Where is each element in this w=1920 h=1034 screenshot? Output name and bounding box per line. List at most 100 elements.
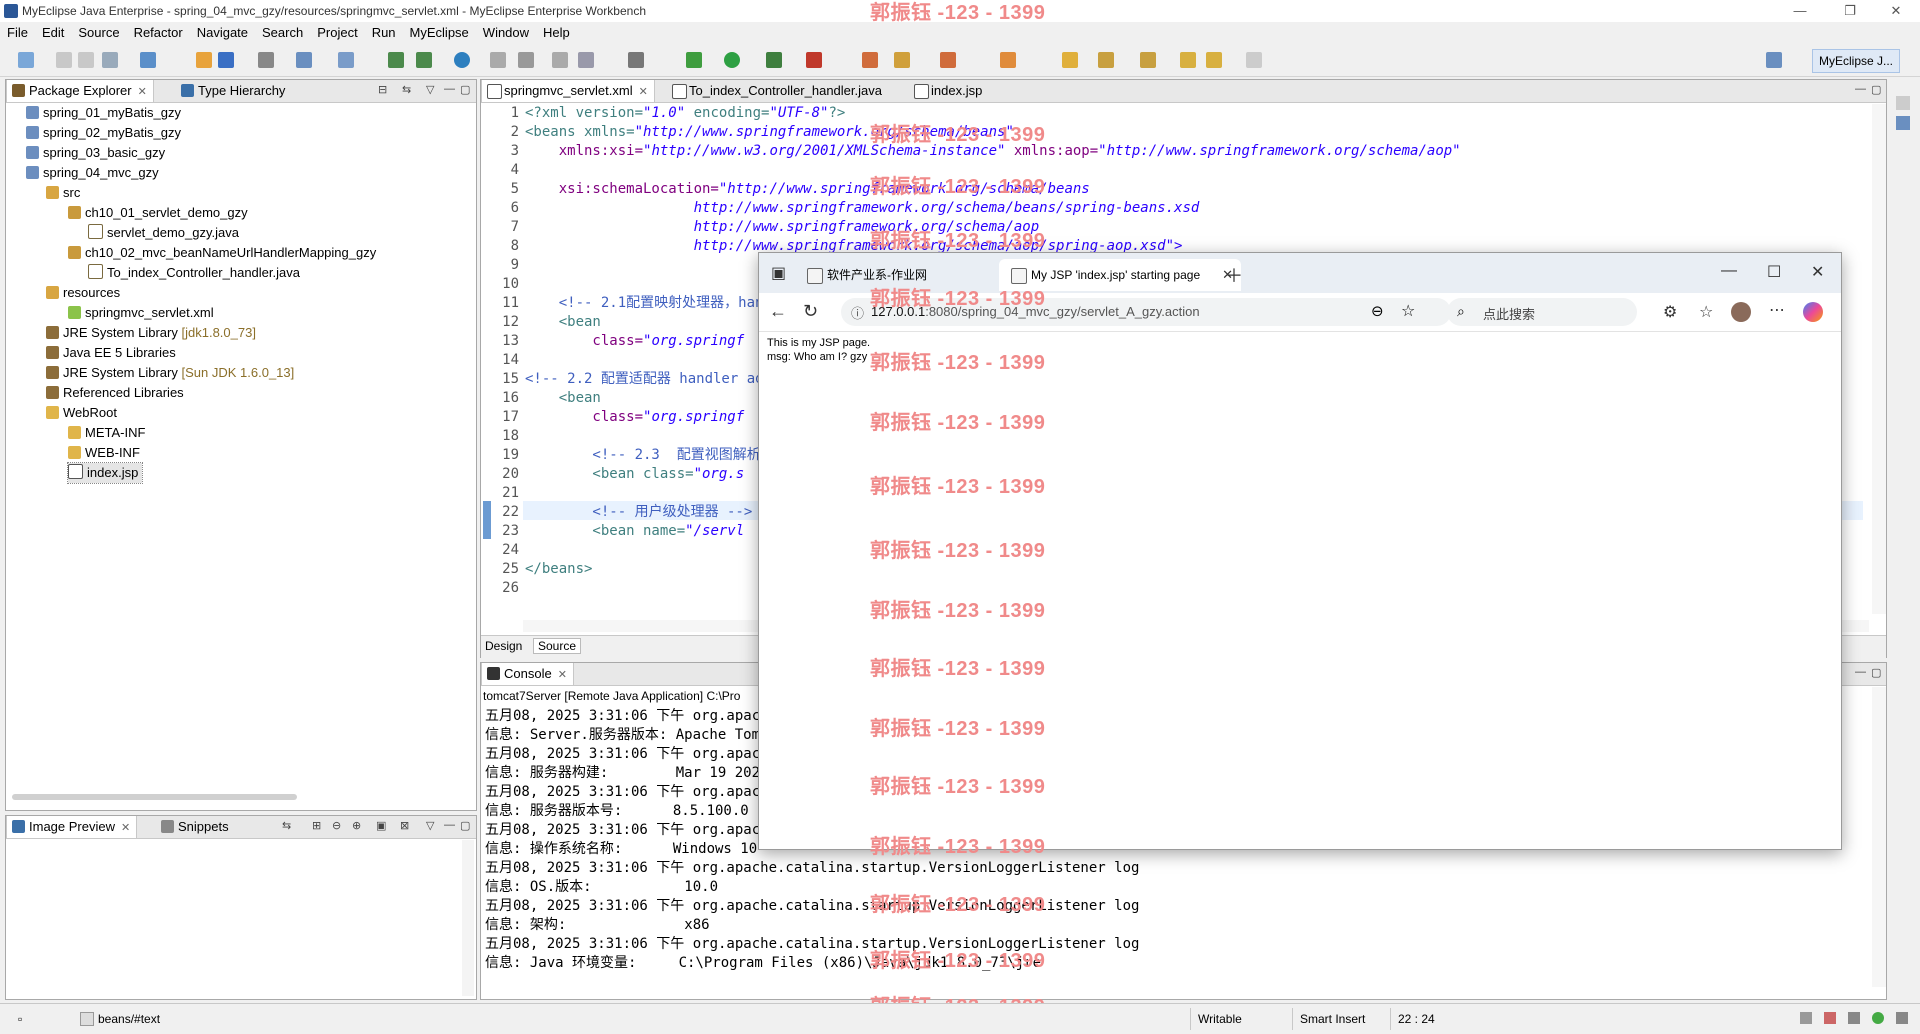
tree-item-jre-library-2[interactable]: JRE System Library [Sun JDK 1.6.0_13] <box>46 363 294 383</box>
view-menu-icon[interactable]: ▽ <box>426 83 434 96</box>
tree-item-javaee-libraries[interactable]: Java EE 5 Libraries <box>46 343 176 363</box>
tab-index-jsp[interactable]: index.jsp <box>909 80 988 102</box>
maximize-panel-icon[interactable]: ▢ <box>1871 83 1881 96</box>
tree-item-src[interactable]: src <box>46 183 80 203</box>
minimize-panel-icon[interactable]: — <box>1855 666 1866 678</box>
tab-source[interactable]: Source <box>533 638 582 654</box>
zoom-icon[interactable]: ⊖ <box>1371 302 1384 320</box>
menu-file[interactable]: File <box>0 22 35 44</box>
new-icon[interactable] <box>18 52 34 68</box>
close-icon[interactable]: ✕ <box>1811 262 1824 282</box>
close-icon[interactable]: ✕ <box>1876 2 1916 20</box>
tree-item-spring-01[interactable]: spring_01_myBatis_gzy <box>26 103 181 123</box>
camera-icon[interactable] <box>628 52 644 68</box>
tree-item-webroot[interactable]: WebRoot <box>46 403 117 423</box>
save-all-icon[interactable] <box>78 52 94 68</box>
image-icon[interactable] <box>552 52 568 68</box>
print-preview-icon[interactable] <box>518 52 534 68</box>
perspective-myeclipse[interactable]: MyEclipse J... <box>1811 49 1900 73</box>
menu-edit[interactable]: Edit <box>35 22 71 44</box>
tree-item-springmvc-xml[interactable]: springmvc_servlet.xml <box>68 303 214 323</box>
maximize-icon[interactable]: ☐ <box>1767 262 1781 282</box>
annotation-icon[interactable] <box>1062 52 1078 68</box>
horizontal-scrollbar[interactable] <box>12 794 297 800</box>
web-icon[interactable] <box>578 52 594 68</box>
tray-icon[interactable] <box>1800 1012 1812 1024</box>
minimize-icon[interactable]: — <box>1721 262 1737 280</box>
tab-controller-java[interactable]: To_index_Controller_handler.java <box>667 80 888 102</box>
new-project-icon[interactable] <box>140 52 156 68</box>
tab-actions-icon[interactable]: ▣ <box>771 263 786 283</box>
tree-item-jre-library-1[interactable]: JRE System Library [jdk1.8.0_73] <box>46 323 256 343</box>
maximize-panel-icon[interactable]: ▢ <box>460 819 470 832</box>
save-icon[interactable] <box>56 52 72 68</box>
vertical-scrollbar[interactable] <box>462 840 474 996</box>
print-icon[interactable] <box>102 52 118 68</box>
fit-icon[interactable]: ⊠ <box>400 819 409 832</box>
refresh-icon[interactable] <box>416 52 432 68</box>
refresh-icon[interactable]: ↻ <box>803 301 818 322</box>
close-tab-icon[interactable]: ✕ <box>558 669 567 681</box>
zoom-in-icon[interactable]: ⊕ <box>352 819 361 832</box>
tree-item-controller-java[interactable]: To_index_Controller_handler.java <box>88 263 300 283</box>
zoom-fit-icon[interactable]: ⊞ <box>312 819 321 832</box>
new-class-icon[interactable] <box>862 52 878 68</box>
menu-help[interactable]: Help <box>536 22 577 44</box>
vertical-scrollbar[interactable] <box>1872 687 1886 987</box>
open-resource-icon[interactable] <box>940 52 956 68</box>
tree-item-spring-02[interactable]: spring_02_myBatis_gzy <box>26 123 181 143</box>
browser-tab-index-jsp[interactable]: My JSP 'index.jsp' starting page ✕ <box>999 259 1241 291</box>
new-package-icon[interactable] <box>894 52 910 68</box>
deploy-icon[interactable] <box>196 52 212 68</box>
minimize-panel-icon[interactable]: — <box>1855 83 1866 95</box>
run-icon[interactable] <box>724 52 740 68</box>
coverage-icon[interactable] <box>766 52 782 68</box>
tab-console[interactable]: Console ✕ <box>481 663 574 685</box>
link-editor-icon[interactable]: ⇆ <box>402 83 411 96</box>
zoom-out-icon[interactable]: ⊖ <box>332 819 341 832</box>
tray-icon[interactable] <box>1824 1012 1836 1024</box>
tray-icon[interactable] <box>1872 1012 1884 1024</box>
next-annotation-icon[interactable] <box>1098 52 1114 68</box>
minimize-panel-icon[interactable]: — <box>444 819 455 831</box>
tab-snippets[interactable]: Snippets <box>156 816 235 838</box>
tree-item-web-inf[interactable]: WEB-INF <box>68 443 140 463</box>
tray-icon[interactable] <box>1896 1012 1908 1024</box>
tab-image-preview[interactable]: Image Preview ✕ <box>6 816 138 838</box>
tree-item-package-mvc[interactable]: ch10_02_mvc_beanNameUrlHandlerMapping_gz… <box>68 243 376 263</box>
tree-item-resources[interactable]: resources <box>46 283 120 303</box>
side-toolbar-icon[interactable] <box>1896 96 1910 110</box>
vertical-scrollbar[interactable] <box>1872 104 1886 614</box>
collapse-all-icon[interactable]: ⊟ <box>378 83 387 96</box>
open-type-icon[interactable] <box>296 52 312 68</box>
lock-icon[interactable] <box>258 52 274 68</box>
close-tab-icon[interactable]: ✕ <box>121 822 130 834</box>
original-size-icon[interactable]: ▣ <box>376 819 386 832</box>
menu-search[interactable]: Search <box>255 22 310 44</box>
menu-navigate[interactable]: Navigate <box>190 22 255 44</box>
info-icon[interactable]: ⓘ <box>851 303 864 322</box>
browser-tab-homework[interactable]: 软件产业系-作业网✕ <box>795 259 1027 291</box>
menu-run[interactable]: Run <box>365 22 403 44</box>
tray-icon[interactable] <box>1848 1012 1860 1024</box>
more-icon[interactable]: ⋯ <box>1769 300 1785 320</box>
tree-item-spring-03[interactable]: spring_03_basic_gzy <box>26 143 165 163</box>
tree-item-index-jsp[interactable]: index.jsp <box>66 462 144 484</box>
globe-icon[interactable] <box>454 52 470 68</box>
menu-myeclipse[interactable]: MyEclipse <box>403 22 476 44</box>
tree-item-package-servlet-demo[interactable]: ch10_01_servlet_demo_gzy <box>68 203 248 223</box>
menu-source[interactable]: Source <box>71 22 126 44</box>
close-tab-icon[interactable]: ✕ <box>639 86 648 98</box>
maximize-panel-icon[interactable]: ▢ <box>460 83 470 96</box>
search-field[interactable]: ⌕ 点此搜索 <box>1447 298 1637 326</box>
toggle-icon[interactable] <box>490 52 506 68</box>
external-tools-icon[interactable] <box>806 52 822 68</box>
side-toolbar-icon[interactable] <box>1896 116 1910 130</box>
last-edit-icon[interactable] <box>1180 52 1196 68</box>
new-tab-icon[interactable]: ＋ <box>1225 262 1243 288</box>
copilot-icon[interactable] <box>1803 302 1823 322</box>
back-icon[interactable]: ← <box>769 301 787 322</box>
back-icon[interactable] <box>1206 52 1222 68</box>
open-perspective-icon[interactable] <box>1766 52 1782 68</box>
minimize-icon[interactable]: — <box>1780 2 1820 20</box>
